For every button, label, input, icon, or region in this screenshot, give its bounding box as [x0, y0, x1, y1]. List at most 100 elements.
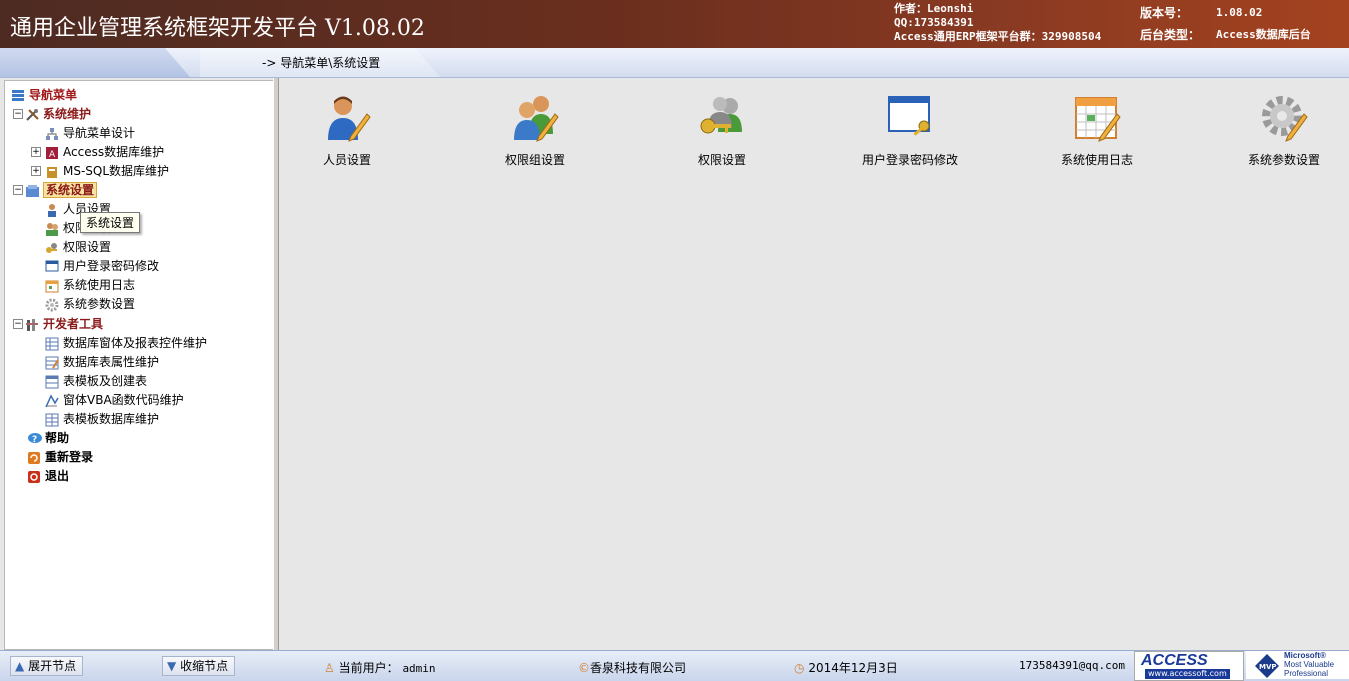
breadcrumb: -> 导航菜单\系统设置	[262, 56, 381, 70]
mvp-line3: Professional	[1284, 669, 1329, 678]
current-user-label: 当前用户：	[338, 661, 399, 675]
tree-item-access-db[interactable]: A Access数据库维护	[45, 143, 164, 161]
mvp-text: Microsoft® Most Valuable Professional	[1284, 651, 1334, 678]
tree-item-template-db[interactable]: 表模板数据库维护	[45, 410, 159, 428]
tile-password[interactable]: 用户登录密码修改	[855, 94, 965, 168]
tree-group-system-maintenance[interactable]: 系统维护	[25, 105, 91, 123]
table-icon	[45, 375, 61, 389]
collapse-toggle[interactable]: −	[13, 319, 23, 329]
tree-group-developer-tools[interactable]: 开发者工具	[25, 315, 103, 333]
collapse-toggle[interactable]: −	[13, 185, 23, 195]
tree-item-label: 权限设置	[63, 240, 112, 254]
date: ◷ 2014年12月3日	[794, 659, 898, 676]
tree-root-label: 导航菜单	[29, 88, 78, 102]
tile-label: 系统使用日志	[1060, 153, 1133, 167]
tree-group-label: 开发者工具	[43, 317, 104, 331]
tree-item-permission[interactable]: 权限设置	[45, 238, 111, 256]
table-icon	[45, 337, 61, 351]
qq-text: QQ:173584391	[894, 16, 974, 29]
expand-toggle[interactable]: +	[31, 147, 41, 157]
group-text: Access通用ERP框架平台群：329908504	[894, 30, 1102, 43]
group-edit-icon	[511, 94, 559, 142]
email: 173584391@qq.com	[1019, 659, 1125, 672]
tree-item-label: 系统参数设置	[63, 297, 136, 311]
code-edit-icon	[45, 393, 61, 408]
collapse-toggle[interactable]: −	[13, 109, 23, 119]
settings-folder-icon	[25, 184, 41, 198]
tile-permission-group[interactable]: 权限组设置	[480, 94, 590, 168]
refresh-icon	[27, 451, 43, 465]
tree-item-usage-log[interactable]: 系统使用日志	[45, 276, 135, 294]
tree-item-help[interactable]: ? 帮助	[27, 429, 69, 447]
tree-item-mssql-db[interactable]: MS-SQL数据库维护	[45, 162, 169, 180]
expand-nodes-button[interactable]: ▲ 展开节点	[10, 656, 84, 676]
tree-item-table-props[interactable]: 数据库表属性维护	[45, 353, 159, 371]
tree-item-label: 用户登录密码修改	[63, 259, 160, 273]
button-label: 收缩节点	[180, 659, 229, 673]
tile-sys-params[interactable]: 系统参数设置	[1229, 94, 1339, 168]
person-edit-icon	[323, 94, 371, 142]
tree-item-label: 系统使用日志	[63, 278, 136, 292]
expand-toggle[interactable]: +	[31, 166, 41, 176]
tooltip: 系统设置	[80, 212, 141, 233]
tree-item-password[interactable]: 用户登录密码修改	[45, 257, 159, 275]
title-bar: 通用企业管理系统框架开发平台 V1.08.02 作者：Leonshi QQ:17…	[0, 0, 1349, 48]
tile-usage-log[interactable]: 系统使用日志	[1042, 94, 1152, 168]
tree-item-label: 退出	[45, 469, 70, 483]
access-logo-url: www.accessoft.com	[1145, 669, 1230, 679]
collapse-nodes-button[interactable]: ▼ 收缩节点	[162, 656, 236, 676]
tree-group-system-settings[interactable]: 系统设置	[25, 181, 98, 199]
tile-permission[interactable]: 权限设置	[667, 94, 777, 168]
users-key-icon	[698, 94, 746, 142]
status-bar: ▲ 展开节点 ▼ 收缩节点 ♙ 当前用户： admin ©香泉科技有限公司 ◷ …	[0, 650, 1349, 681]
tree-item-relogin[interactable]: 重新登录	[27, 448, 93, 466]
tile-personnel[interactable]: 人员设置	[292, 94, 402, 168]
current-user: ♙ 当前用户： admin	[324, 659, 436, 676]
sitemap-icon	[45, 127, 61, 141]
version-value: 1.08.02	[1216, 6, 1263, 19]
key-users-icon	[45, 241, 61, 255]
triangle-up-icon: ▲	[15, 659, 25, 673]
group-icon	[45, 222, 61, 236]
table-edit-icon	[45, 356, 61, 370]
mvp-line1: Microsoft®	[1284, 651, 1326, 660]
tile-label: 权限组设置	[504, 153, 565, 167]
svg-text:A: A	[49, 150, 56, 160]
tree-item-label: 表模板数据库维护	[63, 412, 160, 426]
tree-item-form-report[interactable]: 数据库窗体及报表控件维护	[45, 334, 207, 352]
gear-edit-icon	[1260, 94, 1308, 142]
svg-text:MVP: MVP	[1259, 663, 1277, 671]
breadcrumb-bar: -> 导航菜单\系统设置	[0, 48, 1349, 78]
button-label: 展开节点	[28, 659, 77, 673]
version-label: 版本号：	[1140, 6, 1189, 20]
tree-item-exit[interactable]: 退出	[27, 467, 69, 485]
current-user-value: admin	[402, 662, 436, 675]
tree-item-vba-code[interactable]: 窗体VBA函数代码维护	[45, 391, 184, 409]
tree-item-sys-params[interactable]: 系统参数设置	[45, 295, 135, 313]
backend-value: Access数据库后台	[1216, 28, 1311, 41]
tree-group-label: 系统维护	[43, 107, 92, 121]
access-logo-text: ACCESS	[1141, 652, 1208, 669]
mvp-line2: Most Valuable	[1284, 660, 1335, 669]
person-icon	[45, 203, 61, 217]
database-stack-icon	[11, 89, 27, 103]
tree-item-label: 帮助	[45, 431, 70, 445]
mvp-logo[interactable]: MVP Microsoft® Most Valuable Professiona…	[1246, 651, 1349, 679]
nav-tab-left	[0, 48, 190, 77]
backend-label: 后台类型：	[1140, 28, 1201, 42]
tree-item-label: 数据库表属性维护	[63, 355, 160, 369]
date-value: 2014年12月3日	[808, 661, 898, 675]
tools-icon	[25, 108, 41, 122]
access-logo[interactable]: ACCESS www.accessoft.com	[1134, 651, 1244, 681]
tree-item-label: MS-SQL数据库维护	[63, 164, 170, 178]
tile-label: 用户登录密码修改	[861, 153, 958, 167]
clock-icon: ◷	[794, 661, 805, 675]
tree-item-nav-design[interactable]: 导航菜单设计	[45, 124, 135, 142]
tree-item-label: Access数据库维护	[63, 145, 165, 159]
window-key-icon	[45, 260, 61, 274]
mvp-badge-icon: MVP	[1255, 654, 1279, 678]
tile-label: 人员设置	[322, 153, 371, 167]
tree-item-table-template[interactable]: 表模板及创建表	[45, 372, 147, 390]
nav-tree[interactable]: 导航菜单 − 系统维护 导航菜单设计 + A Access数据库维护 + MS-S…	[4, 80, 274, 650]
tree-root[interactable]: 导航菜单	[11, 86, 77, 104]
